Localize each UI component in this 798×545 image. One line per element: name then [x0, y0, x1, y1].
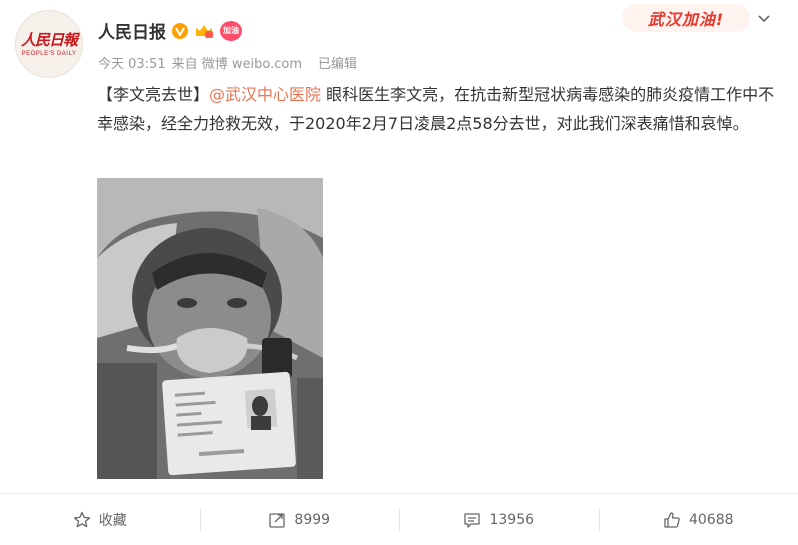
share-icon — [269, 512, 286, 528]
like-button[interactable]: 40688 — [598, 494, 798, 545]
post-text: 【李文亮去世】@武汉中心医院 眼科医生李文亮，在抗击新型冠状病毒感染的肺炎疫情工… — [97, 80, 777, 138]
repost-button[interactable]: 8999 — [199, 494, 400, 545]
favorite-label: 收藏 — [98, 512, 127, 529]
star-icon — [73, 511, 90, 527]
comment-count: 13956 — [489, 511, 535, 528]
avatar-logo-subtext: PEOPLE'S DAILY — [21, 51, 77, 57]
user-header: 人民日报 加油 — [98, 18, 242, 43]
member-crown-icon[interactable] — [194, 23, 214, 39]
favorite-button[interactable]: 收藏 — [0, 494, 200, 545]
post-time[interactable]: 今天 03:51 — [98, 53, 166, 72]
photo-illustration — [97, 178, 323, 479]
wuhan-jiayou-badge[interactable]: 武汉加油! — [622, 4, 750, 32]
comment-button[interactable]: 13956 — [399, 494, 599, 545]
avatar[interactable]: 人民日報 PEOPLE'S DAILY — [15, 10, 83, 78]
mention-link[interactable]: @武汉中心医院 — [209, 85, 321, 104]
avatar-logo-text: 人民日報 — [20, 31, 78, 49]
repost-count: 8999 — [294, 511, 331, 528]
post-source[interactable]: 来自 微博 weibo.com — [172, 53, 302, 72]
username[interactable]: 人民日报 — [98, 18, 166, 43]
like-count: 40688 — [688, 511, 734, 528]
post-tag: 【李文亮去世】 — [97, 85, 210, 104]
action-bar: 收藏 8999 13956 40688 — [0, 494, 798, 545]
edited-label[interactable]: 已编辑 — [318, 53, 357, 72]
post-photo[interactable] — [97, 178, 323, 479]
comment-icon — [464, 512, 481, 528]
thumbs-up-icon — [664, 511, 680, 528]
verified-icon[interactable] — [172, 22, 188, 39]
chevron-down-icon[interactable] — [756, 10, 772, 26]
jiayou-badge[interactable]: 加油 — [220, 20, 242, 41]
post-meta: 今天 03:51 来自 微博 weibo.com 已编辑 — [98, 53, 357, 72]
